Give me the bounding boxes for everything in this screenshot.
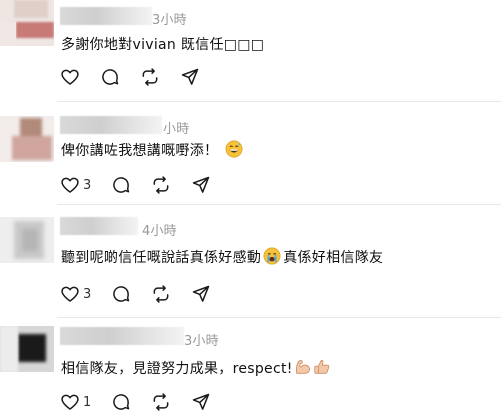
like-count: 3 — [83, 286, 92, 302]
timestamp: 4小時 — [142, 224, 177, 239]
grinning-sweat-emoji — [225, 140, 243, 162]
timestamp: 3小時 — [184, 334, 219, 349]
comment-item: 小時 俾你講咗我想講嘅嘢添！ 3 — [0, 102, 501, 204]
like-button[interactable]: 3 — [60, 175, 91, 195]
comment-text-content-2: 真係好相信隊友 — [283, 250, 384, 266]
share-icon — [193, 393, 210, 410]
flexed-biceps-emoji — [294, 358, 312, 380]
repost-icon — [153, 176, 169, 194]
comment-item: 3小時 多謝你地對vivian 既信任□□□ — [0, 0, 501, 101]
comment-text-content: 俾你講咗我想講嘅嘢添！ — [61, 143, 219, 159]
comment-text: 多謝你地對vivian 既信任□□□ — [61, 37, 265, 53]
share-icon — [193, 176, 210, 193]
username-blurred[interactable] — [60, 327, 184, 345]
like-count: 3 — [83, 177, 92, 193]
avatar[interactable] — [0, 0, 54, 46]
timestamp: 3小時 — [152, 13, 187, 28]
share-icon — [181, 68, 199, 85]
repost-button[interactable] — [140, 67, 160, 87]
heart-icon — [61, 286, 79, 302]
heart-icon — [61, 177, 79, 193]
like-button[interactable] — [60, 67, 80, 87]
comment-icon — [113, 286, 130, 302]
share-button[interactable] — [180, 67, 200, 87]
avatar[interactable] — [0, 116, 54, 162]
comment-actions: 1 — [60, 391, 231, 413]
reply-button[interactable] — [111, 284, 131, 304]
comment-text-content: 聽到呢啲信任嘅說話真係好感動 — [61, 250, 262, 266]
comment-actions — [60, 66, 220, 88]
repost-button[interactable] — [151, 175, 171, 195]
share-button[interactable] — [191, 392, 211, 412]
heart-icon — [61, 69, 79, 85]
repost-icon — [153, 393, 169, 411]
reply-button[interactable] — [100, 67, 120, 87]
timestamp: 小時 — [163, 122, 190, 137]
comment-item: 3小時 相信隊友，見證努力成果，respect! 1 — [0, 318, 501, 418]
reply-button[interactable] — [111, 175, 131, 195]
share-button[interactable] — [191, 175, 211, 195]
heart-icon — [61, 394, 79, 410]
comment-item: 4小時 聽到呢啲信任嘅說話真係好感動 真係好相信隊友 3 — [0, 205, 501, 317]
thumbs-up-emoji — [313, 358, 331, 380]
comment-text: 聽到呢啲信任嘅說話真係好感動 真係好相信隊友 — [61, 247, 383, 269]
repost-button[interactable] — [151, 284, 171, 304]
reply-button[interactable] — [111, 392, 131, 412]
avatar[interactable] — [0, 217, 54, 263]
comment-actions: 3 — [60, 174, 231, 196]
share-button[interactable] — [191, 284, 211, 304]
crying-emoji — [263, 247, 281, 269]
comment-text: 相信隊友，見證努力成果，respect! — [61, 358, 331, 380]
share-icon — [193, 285, 210, 302]
comment-text: 俾你講咗我想講嘅嘢添！ — [61, 140, 243, 162]
repost-button[interactable] — [151, 392, 171, 412]
like-button[interactable]: 1 — [60, 392, 91, 412]
username-blurred[interactable] — [60, 116, 162, 134]
comment-actions: 3 — [60, 283, 231, 305]
repost-icon — [142, 68, 158, 86]
comment-icon — [102, 69, 119, 85]
comment-text-content: 相信隊友，見證努力成果，respect! — [61, 361, 293, 377]
comment-icon — [113, 394, 130, 410]
username-blurred[interactable] — [60, 7, 152, 25]
like-button[interactable]: 3 — [60, 284, 91, 304]
comment-icon — [113, 177, 130, 193]
username-blurred[interactable] — [60, 217, 138, 235]
like-count: 1 — [83, 394, 92, 410]
avatar[interactable] — [0, 326, 54, 372]
repost-icon — [153, 285, 169, 303]
